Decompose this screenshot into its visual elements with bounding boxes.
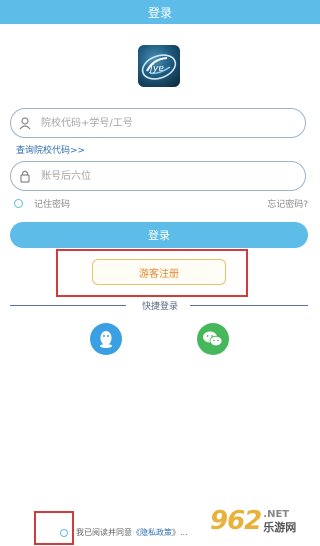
account-field[interactable] — [10, 108, 306, 138]
wechat-icon — [203, 331, 223, 347]
password-field[interactable] — [10, 161, 306, 191]
watermark-site: 乐游网 — [263, 520, 297, 534]
watermark: 962 .NET 乐游网 — [210, 504, 314, 538]
privacy-policy-link[interactable]: 《隐私政策 — [132, 527, 172, 538]
user-icon — [11, 108, 39, 138]
password-input[interactable] — [39, 169, 305, 183]
account-input[interactable] — [39, 116, 305, 130]
login-button[interactable]: 登录 — [10, 222, 308, 248]
lock-icon — [11, 161, 39, 191]
svg-text:ʃyɐ: ʃyɐ — [148, 64, 164, 74]
qq-icon — [100, 331, 112, 348]
title-bar: 登录 — [0, 0, 320, 24]
agree-prefix: 我已阅读并同意 — [76, 528, 132, 537]
agree-checkbox[interactable] — [60, 528, 68, 537]
wechat-login-button[interactable] — [197, 323, 229, 355]
page-title: 登录 — [147, 5, 172, 20]
remember-password[interactable]: 记住密码 — [14, 196, 70, 210]
lookup-school-code-link[interactable]: 查询院校代码>> — [16, 143, 85, 156]
agreement-row: 我已阅读并同意 《隐私政策 》... — [60, 527, 188, 538]
forgot-password-link[interactable]: 忘记密码? — [267, 197, 308, 210]
agree-rest: 》... — [172, 528, 188, 537]
guest-register-button[interactable]: 游客注册 — [92, 259, 226, 285]
watermark-net: .NET — [263, 508, 290, 520]
qq-login-button[interactable] — [90, 323, 122, 355]
divider-right — [190, 305, 308, 306]
remember-checkbox[interactable] — [14, 198, 23, 208]
app-logo: ʃyɐ — [138, 45, 180, 87]
remember-label: 记住密码 — [34, 199, 71, 210]
watermark-number: 962 — [210, 506, 262, 536]
